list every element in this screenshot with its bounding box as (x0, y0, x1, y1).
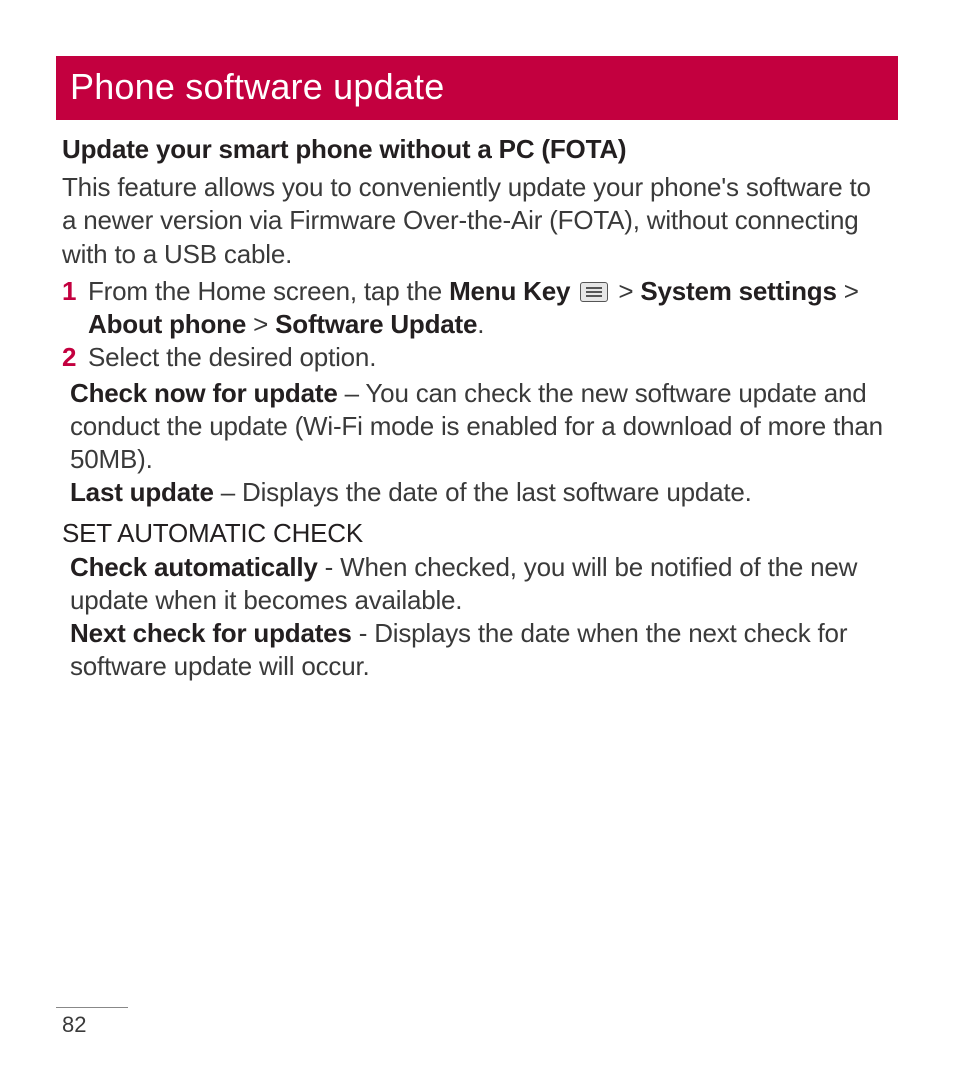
gt-2: > (837, 276, 859, 306)
intro-paragraph: This feature allows you to conveniently … (62, 171, 892, 271)
menu-key-label: Menu Key (449, 276, 570, 306)
about-phone-label: About phone (88, 309, 246, 339)
next-check-line: Next check for updates - Displays the da… (70, 617, 892, 684)
definitions-update: Check now for update – You can check the… (62, 377, 892, 510)
last-update-line: Last update – Displays the date of the l… (70, 476, 892, 509)
software-update-label: Software Update (275, 309, 477, 339)
check-now-line: Check now for update – You can check the… (70, 377, 892, 477)
check-auto-line: Check automatically - When checked, you … (70, 551, 892, 618)
step-1-period: . (477, 309, 484, 339)
check-auto-label: Check automatically (70, 552, 318, 582)
step-2-text: Select the desired option. (88, 341, 892, 374)
check-now-label: Check now for update (70, 378, 338, 408)
page-title: Phone software update (56, 56, 898, 120)
last-update-label: Last update (70, 477, 214, 507)
footer-rule (56, 1007, 128, 1008)
manual-page: Phone software update Update your smart … (0, 0, 954, 1074)
step-list: 1 From the Home screen, tap the Menu Key… (62, 275, 892, 375)
system-settings-label: System settings (640, 276, 836, 306)
step-2: 2 Select the desired option. (62, 341, 892, 374)
menu-key-icon (580, 282, 608, 302)
fota-subhead: Update your smart phone without a PC (FO… (62, 134, 892, 165)
step-1-text: From the Home screen, tap the Menu Key >… (88, 275, 892, 342)
step-1: 1 From the Home screen, tap the Menu Key… (62, 275, 892, 342)
set-automatic-check-heading: SET AUTOMATIC CHECK (62, 518, 892, 549)
step-1-pre: From the Home screen, tap the (88, 276, 449, 306)
gt-1: > (611, 276, 640, 306)
page-footer: 82 (56, 1007, 128, 1038)
last-update-text: – Displays the date of the last software… (214, 477, 752, 507)
gt-3: > (246, 309, 275, 339)
next-check-label: Next check for updates (70, 618, 352, 648)
definitions-auto: Check automatically - When checked, you … (62, 551, 892, 684)
content-area: Update your smart phone without a PC (FO… (56, 120, 898, 684)
step-number: 2 (62, 341, 88, 374)
page-number: 82 (56, 1012, 128, 1038)
step-number: 1 (62, 275, 88, 308)
